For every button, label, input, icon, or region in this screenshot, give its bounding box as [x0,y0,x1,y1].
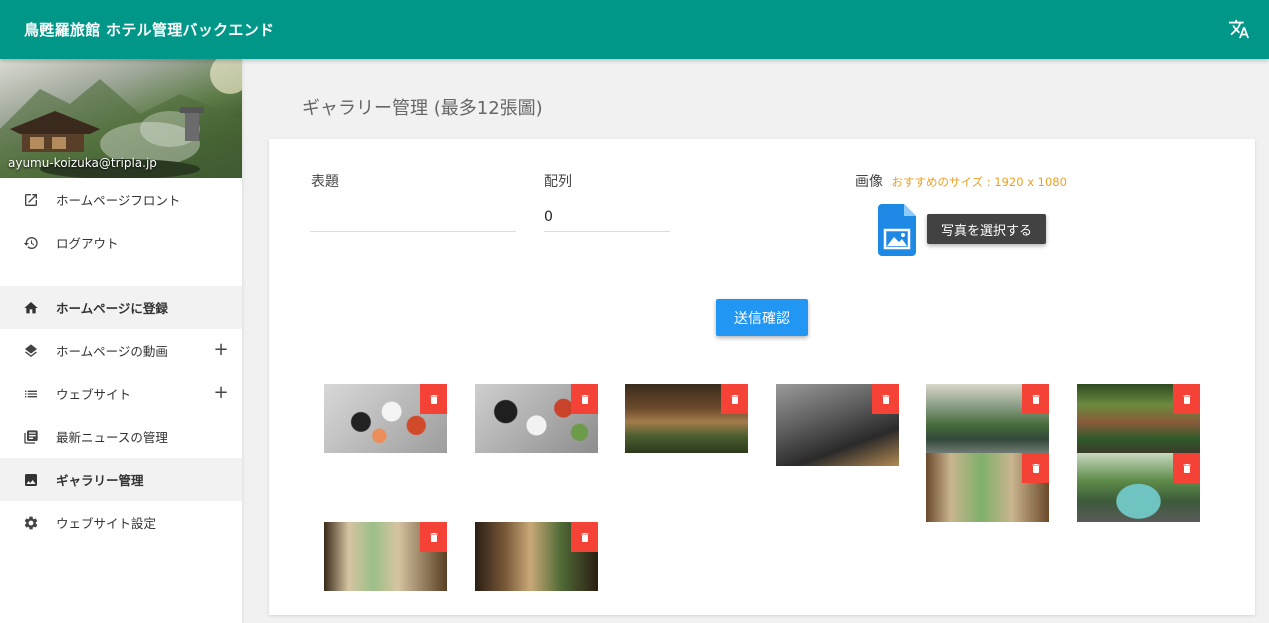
sidebar-item-label: ギャラリー管理 [56,473,144,488]
delete-button[interactable] [420,384,447,414]
gallery-thumbnail [475,384,598,453]
image-label: 画像 [855,174,883,190]
title-label: 表題 [311,174,339,190]
sidebar-item-label: ホームページに登録 [56,301,168,316]
delete-button[interactable] [1173,453,1200,483]
sidebar-item-label: ホームページの動画 [56,344,168,359]
gallery-thumbnail [776,384,899,466]
delete-button[interactable] [420,522,447,552]
trash-icon [731,394,738,404]
gallery-card: 表題 配列 画像 おすすめのサイズ : 1920 x 1080 写真を選択する … [269,139,1255,615]
trash-icon [430,532,437,542]
sidebar-item-label: ログアウト [56,236,119,251]
sidebar-item-homepage-register[interactable]: ホームページに登録 [0,286,242,329]
image-label-group: 画像 おすすめのサイズ : 1920 x 1080 [855,171,1067,191]
submit-button[interactable]: 送信確認 [716,299,808,336]
trash-icon [1183,463,1190,473]
app-title: 鳥甦羅旅館 ホテル管理バックエンド [24,21,275,39]
page-title: ギャラリー管理 (最多12張圖) [302,98,543,119]
home-icon [22,299,40,317]
gallery-thumbnail [926,453,1049,522]
select-photo-button[interactable]: 写真を選択する [927,214,1046,244]
trash-icon [1183,394,1190,404]
list-icon [22,385,40,403]
trash-icon [1032,394,1039,404]
sidebar-divider [0,264,242,286]
sidebar-item-homepage-video[interactable]: ホームページの動画 + [0,329,242,372]
sidebar: ayumu-koizuka@tripla.jp ホームページフロント ログアウト… [0,59,242,623]
expand-plus-icon[interactable]: + [212,341,230,359]
delete-button[interactable] [1022,453,1049,483]
expand-plus-icon[interactable]: + [212,384,230,402]
sidebar-item-label: ホームページフロント [56,193,181,208]
sidebar-item-label: 最新ニュースの管理 [56,430,168,445]
order-label: 配列 [544,174,572,190]
image-file-icon[interactable] [878,204,916,256]
layers-icon [22,342,40,360]
trash-icon [581,532,588,542]
delete-button[interactable] [1173,384,1200,414]
open-in-new-icon [22,191,40,209]
gallery-thumbnail [1077,384,1200,453]
sidebar-item-news[interactable]: 最新ニュースの管理 [0,415,242,458]
gallery-thumbnail [926,384,1049,453]
delete-button[interactable] [872,384,899,414]
library-books-icon [22,428,40,446]
delete-button[interactable] [1022,384,1049,414]
translate-icon[interactable] [1225,15,1253,43]
trash-icon [581,394,588,404]
image-icon [22,471,40,489]
trash-icon [430,394,437,404]
sidebar-item-website-settings[interactable]: ウェブサイト設定 [0,501,242,544]
sidebar-item-label: ウェブサイト [56,387,132,402]
sidebar-item-logout[interactable]: ログアウト [0,221,242,264]
order-input[interactable] [544,203,670,232]
delete-button[interactable] [571,522,598,552]
sidebar-item-homepage-front[interactable]: ホームページフロント [0,178,242,221]
gallery-thumbnail [475,522,598,591]
delete-button[interactable] [721,384,748,414]
gallery-thumbnail [1077,453,1200,522]
delete-button[interactable] [571,384,598,414]
user-email: ayumu-koizuka@tripla.jp [8,156,157,170]
sidebar-item-gallery[interactable]: ギャラリー管理 [0,458,242,501]
sidebar-item-label: ウェブサイト設定 [56,516,157,531]
sidebar-hero-image: ayumu-koizuka@tripla.jp [0,59,242,178]
sidebar-item-website[interactable]: ウェブサイト + [0,372,242,415]
app-bar: 鳥甦羅旅館 ホテル管理バックエンド [0,0,1269,59]
gallery-thumbnail [324,522,447,591]
trash-icon [882,394,889,404]
gallery-thumbnail [324,384,447,453]
trash-icon [1032,463,1039,473]
history-icon [22,234,40,252]
title-input[interactable] [310,203,516,232]
gallery-thumbnail [625,384,748,453]
settings-icon [22,514,40,532]
image-size-hint: おすすめのサイズ : 1920 x 1080 [891,175,1067,189]
